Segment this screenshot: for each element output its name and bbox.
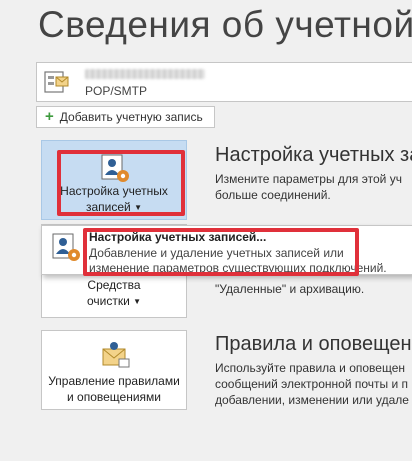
highlight-frame-tile [57,150,185,216]
account-settings-title: Настройка учетных зап [215,144,412,166]
add-account-label: Добавить учетную запись [59,110,203,124]
cleanup-label-2: очистки ▼ [86,294,142,308]
account-settings-desc-1: Измените параметры для этой уч [215,172,402,186]
account-name-blurred [85,69,205,79]
cleanup-desc: "Удаленные" и архивацию. [215,282,365,296]
rules-alerts-icon [102,342,130,368]
rules-label-1: Управление правилами [48,374,180,388]
highlight-frame-menu [83,228,359,276]
account-selector[interactable]: POP/SMTP [36,62,412,102]
account-type: POP/SMTP [85,84,148,98]
account-settings-desc-2: больше соединений. [215,188,331,202]
cleanup-label-1: Средства [87,278,141,292]
manage-rules-tile[interactable]: Управление правилами и оповещениями [41,330,187,410]
rules-desc-3: добавлении, изменении или удале [215,393,409,407]
rules-desc-2: сообщений электронной почты и п [215,377,409,391]
plus-icon: + [45,108,54,125]
add-account-button[interactable]: + Добавить учетную запись [36,106,215,128]
rules-title: Правила и оповещени [215,333,412,355]
chevron-down-icon: ▼ [133,296,142,306]
rules-label-2: и оповещениями [67,390,161,404]
account-settings-icon [52,233,80,261]
page-title: Сведения об учетной [38,4,412,45]
pop-account-icon [44,71,69,93]
rules-desc-1: Используйте правила и оповещен [215,361,405,375]
